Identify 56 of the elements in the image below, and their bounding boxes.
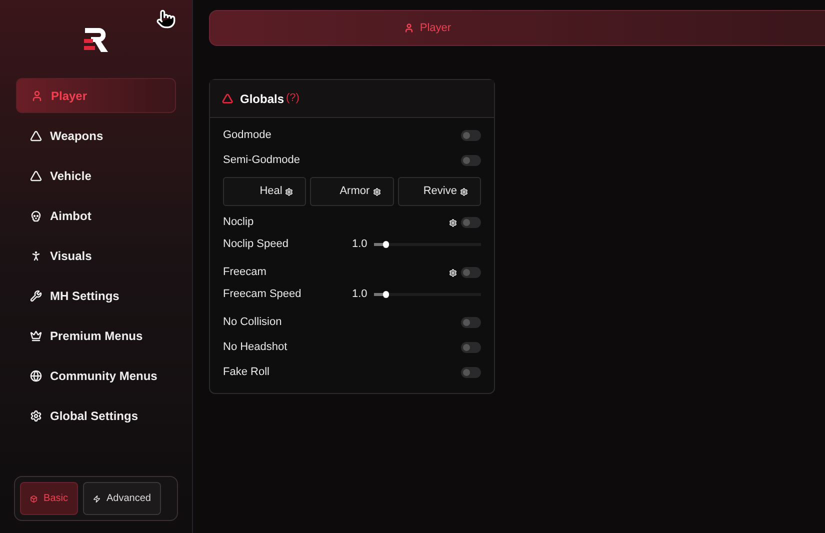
gear-icon <box>30 410 42 422</box>
toggle-switch[interactable] <box>461 217 481 228</box>
user-icon <box>31 90 43 102</box>
sidebar-item[interactable]: MH Settings <box>16 278 176 313</box>
option-label: Godmode <box>223 128 272 144</box>
mode-button[interactable]: Basic <box>20 482 78 515</box>
box-icon <box>30 494 38 504</box>
slider-value: 1.0 <box>352 287 368 302</box>
header-title: Player <box>420 20 452 36</box>
sidebar-item[interactable]: Community Menus <box>16 358 176 393</box>
gear-icon <box>460 188 468 196</box>
sidebar-item[interactable]: Aimbot <box>16 198 176 233</box>
option-label: Freecam <box>223 265 268 280</box>
gear-icon[interactable] <box>449 268 457 276</box>
wrench-icon <box>30 290 42 302</box>
triangle-icon <box>222 93 233 104</box>
toggle-switch[interactable] <box>461 130 481 141</box>
slider-value: 1.0 <box>352 237 368 252</box>
bolt-icon <box>93 494 101 504</box>
slider-thumb[interactable] <box>382 241 389 248</box>
hand-cursor-icon <box>156 8 176 30</box>
gear-icon <box>285 188 294 196</box>
skull-icon <box>30 210 42 222</box>
triangle-icon <box>30 170 42 182</box>
toggle-switch[interactable] <box>461 342 481 353</box>
option-label: Freecam Speed <box>223 287 302 302</box>
help-mark[interactable]: (?) <box>286 90 300 107</box>
action-button[interactable]: Heal <box>223 177 306 206</box>
option-label: No Headshot <box>223 340 288 356</box>
sidebar-item[interactable]: Visuals <box>16 238 176 273</box>
triangle-icon <box>30 130 42 142</box>
toggle-switch[interactable] <box>461 267 481 278</box>
action-button[interactable]: Armor <box>310 177 394 206</box>
gear-icon[interactable] <box>449 218 457 226</box>
toggle-switch[interactable] <box>461 155 481 166</box>
option-label: Noclip Speed <box>223 237 290 252</box>
mode-button[interactable]: Advanced <box>83 482 161 515</box>
sidebar-item[interactable]: Vehicle <box>16 158 176 193</box>
sidebar-item[interactable]: Premium Menus <box>16 318 176 353</box>
figure-icon <box>30 250 42 262</box>
option-label: Semi-Godmode <box>223 153 302 168</box>
gear-icon <box>372 188 381 196</box>
logo-icon <box>81 26 111 54</box>
crown-icon <box>30 330 42 342</box>
panel-title: Globals <box>240 90 284 108</box>
toggle-switch[interactable] <box>461 317 481 328</box>
globe-icon <box>30 370 42 382</box>
sidebar-item[interactable]: Global Settings <box>16 398 176 433</box>
user-icon <box>404 23 414 33</box>
option-label: Noclip <box>223 215 255 230</box>
option-label: No Collision <box>223 315 283 330</box>
action-button[interactable]: Revive <box>398 177 481 206</box>
sidebar-item[interactable]: Weapons <box>16 118 176 153</box>
toggle-switch[interactable] <box>461 367 481 378</box>
slider-thumb[interactable] <box>382 291 389 298</box>
option-label: Fake Roll <box>223 365 270 380</box>
